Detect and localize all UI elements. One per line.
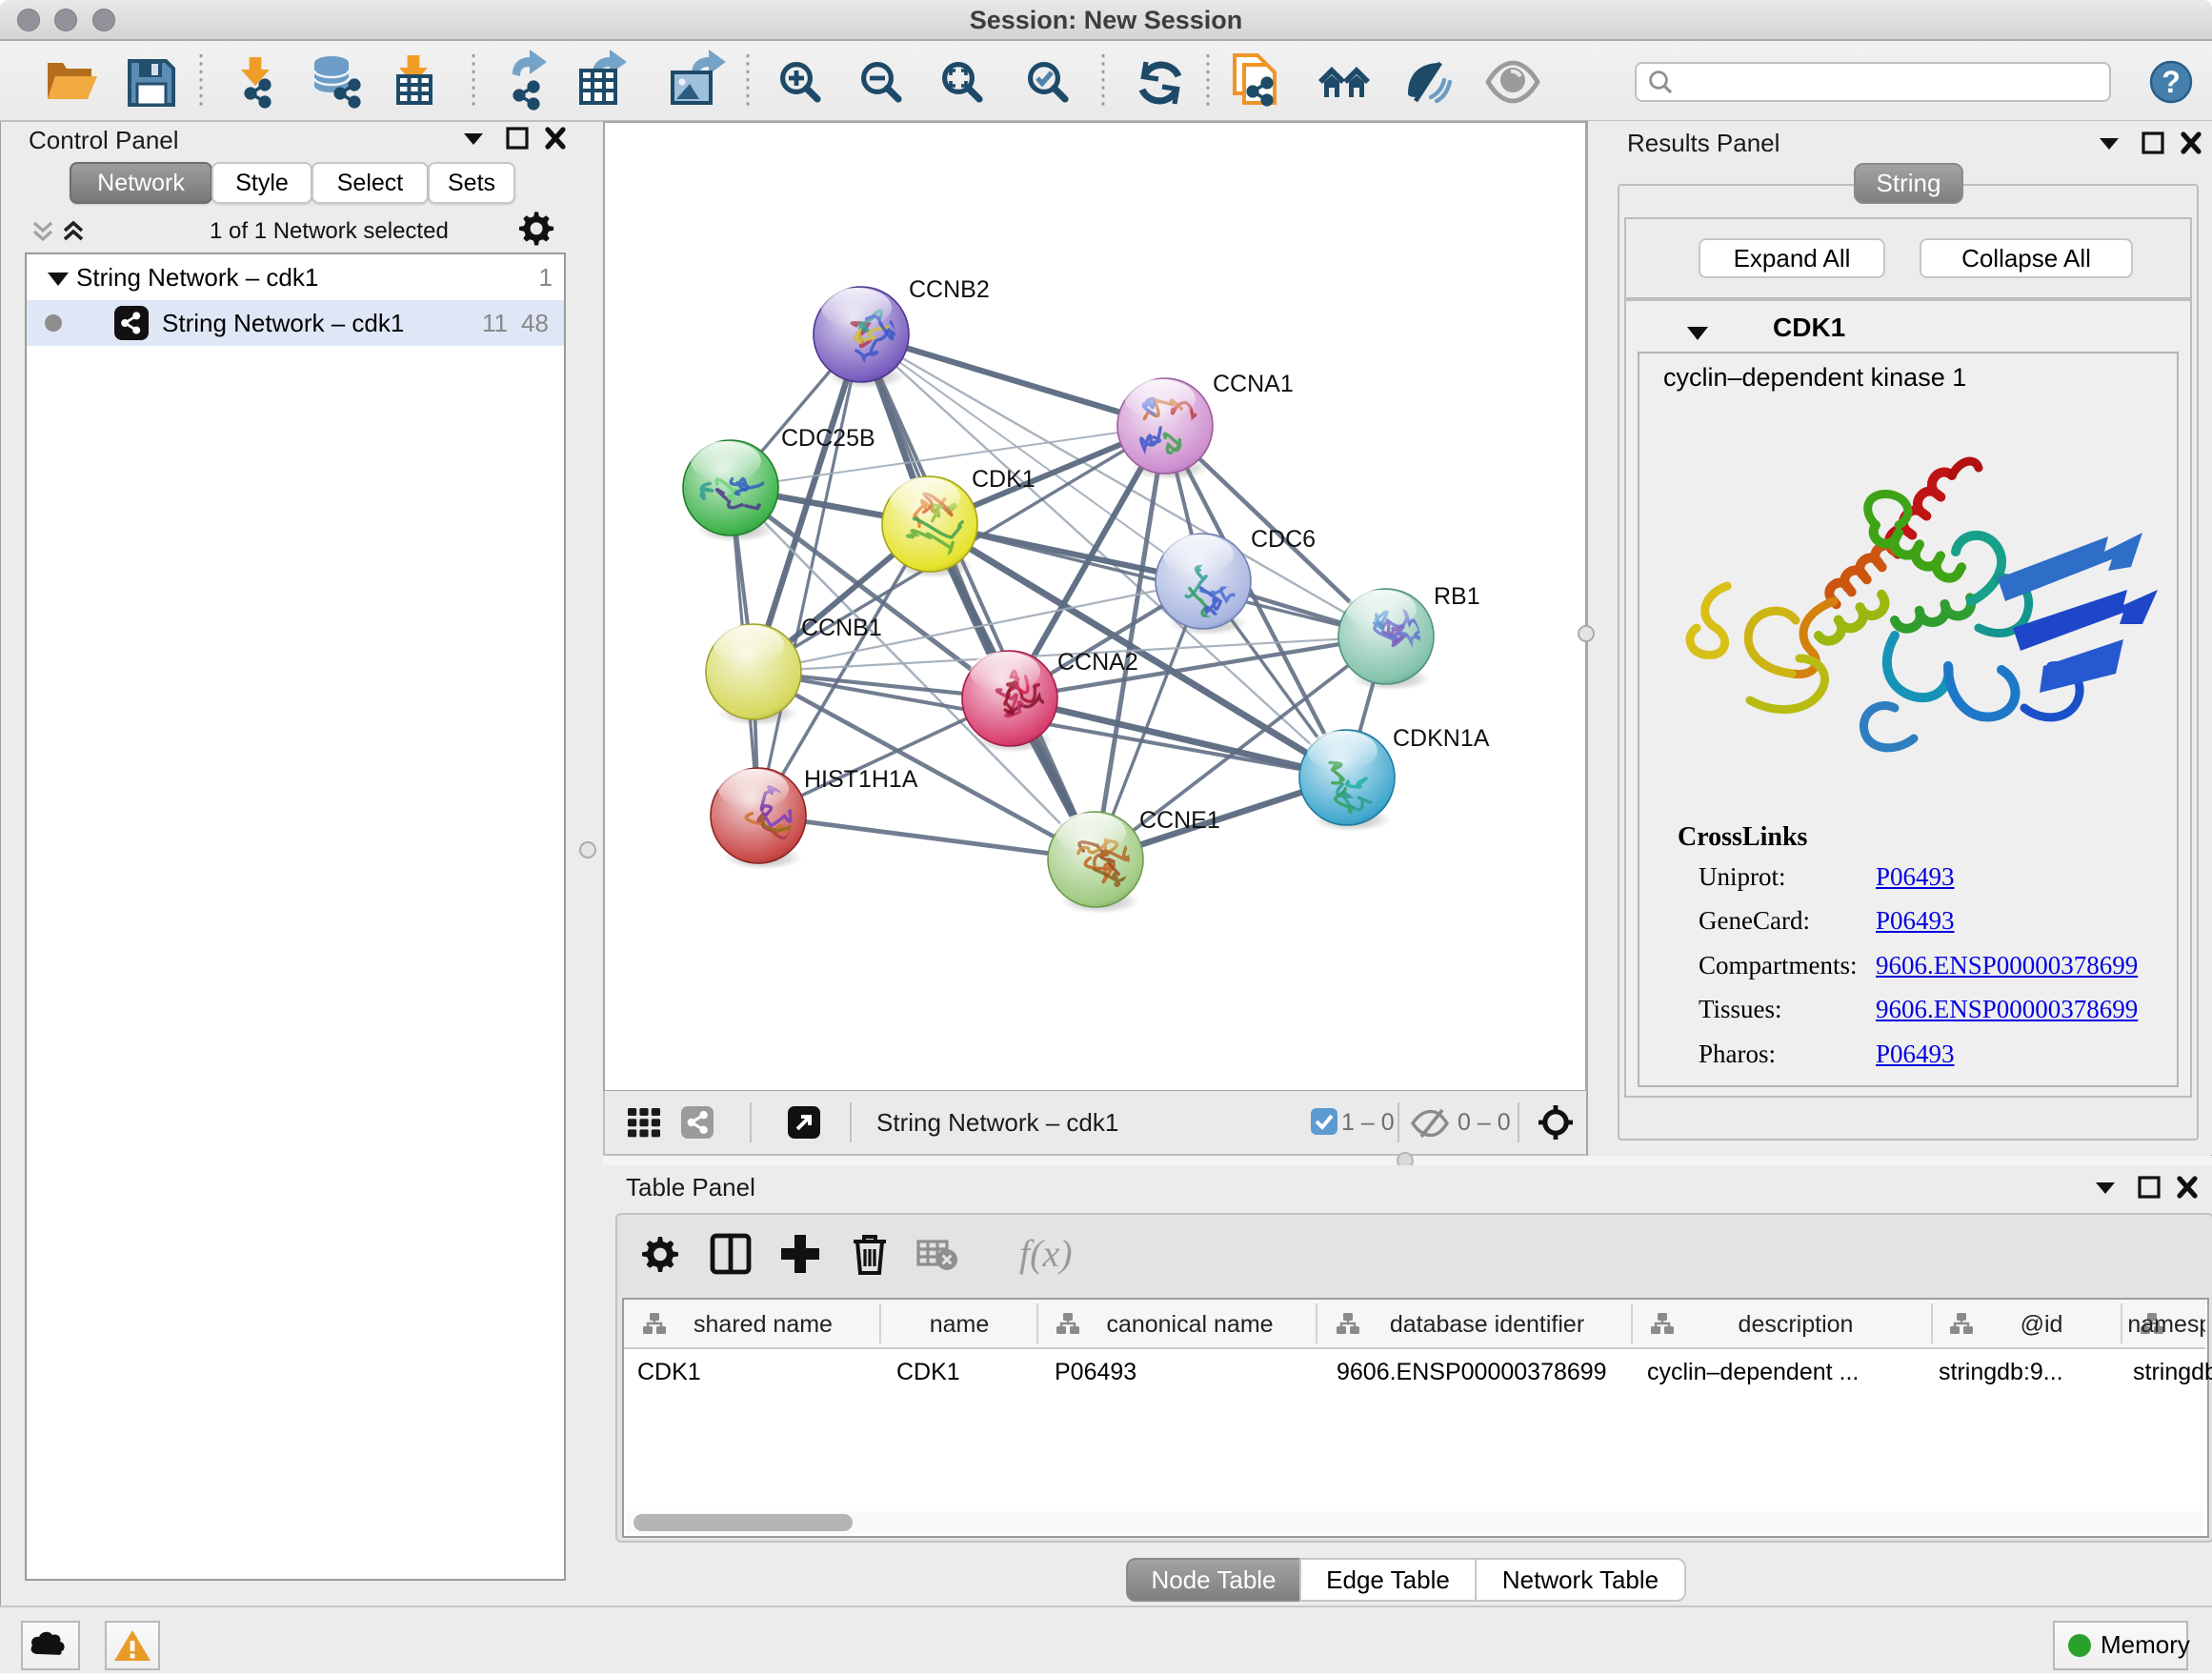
svg-text:RB1: RB1 xyxy=(1434,583,1480,610)
svg-text:HIST1H1A: HIST1H1A xyxy=(804,766,918,793)
svg-text:CDC6: CDC6 xyxy=(1251,526,1316,553)
svg-text:@id: @id xyxy=(2021,1311,2063,1338)
svg-text:shared name: shared name xyxy=(694,1311,833,1338)
svg-text:namespac: namespac xyxy=(2127,1311,2205,1338)
svg-text:CCNE1: CCNE1 xyxy=(1139,807,1220,834)
svg-text:database identifier: database identifier xyxy=(1390,1311,1584,1338)
svg-text:name: name xyxy=(930,1311,990,1338)
svg-text:0 – 0: 0 – 0 xyxy=(1458,1109,1511,1136)
svg-text:CCNB1: CCNB1 xyxy=(801,615,882,641)
svg-text:CCNA1: CCNA1 xyxy=(1213,371,1294,397)
svg-text:String Network – cdk1: String Network – cdk1 xyxy=(876,1108,1118,1137)
svg-text:1 – 0: 1 – 0 xyxy=(1341,1109,1395,1136)
svg-text:CDC25B: CDC25B xyxy=(781,425,875,452)
svg-text:CCNB2: CCNB2 xyxy=(909,276,990,303)
svg-text:?: ? xyxy=(2162,65,2181,99)
svg-text:CCNA2: CCNA2 xyxy=(1057,649,1138,676)
svg-text:1 of 1 Network selected: 1 of 1 Network selected xyxy=(210,218,449,244)
svg-text:CDKN1A: CDKN1A xyxy=(1393,725,1490,752)
svg-text:canonical name: canonical name xyxy=(1106,1311,1273,1338)
svg-text:f(x): f(x) xyxy=(1019,1232,1073,1275)
svg-text:description: description xyxy=(1739,1311,1854,1338)
svg-text:CDK1: CDK1 xyxy=(972,466,1036,493)
